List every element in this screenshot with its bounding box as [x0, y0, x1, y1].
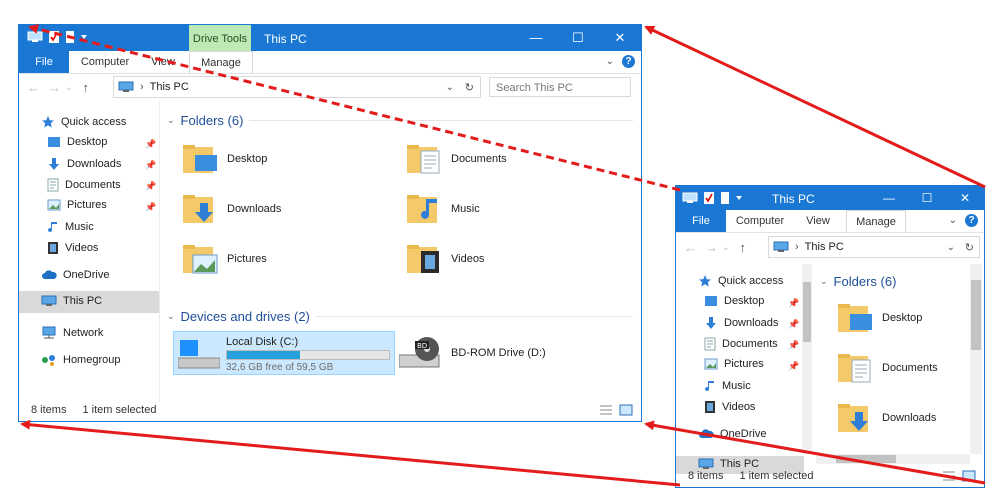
dashed-arrow-top-left — [28, 24, 681, 192]
arrow-bottom-right — [644, 420, 986, 485]
arrow-top-right — [644, 25, 986, 189]
arrow-bottom-left — [20, 419, 681, 487]
annotation-overlay — [20, 24, 986, 487]
